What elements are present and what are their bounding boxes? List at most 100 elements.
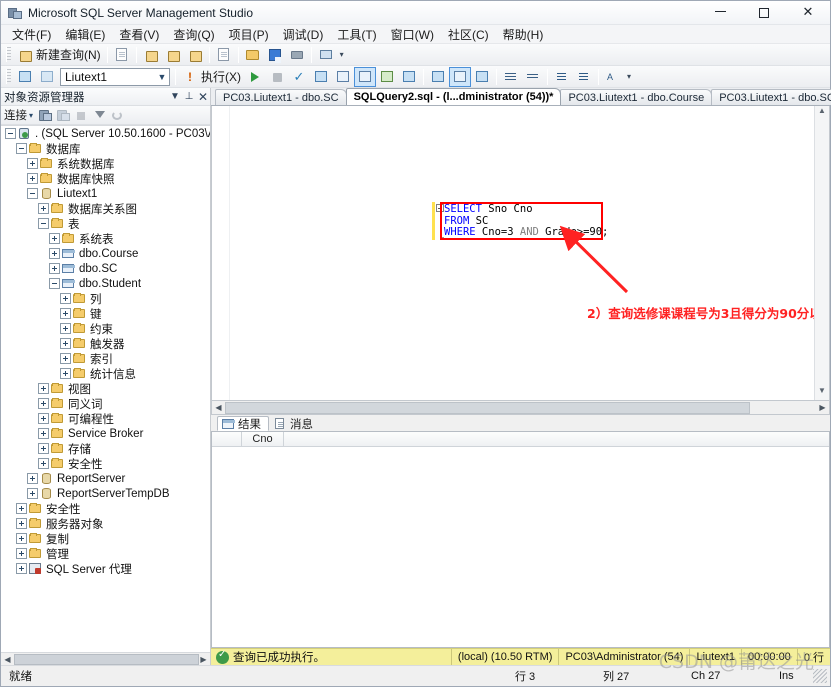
tree-node[interactable]: 复制 [1, 531, 210, 546]
expand-icon[interactable] [60, 368, 71, 379]
expand-icon[interactable] [16, 518, 27, 529]
editor-hscrollbar[interactable]: ◀ ▶ [211, 401, 830, 415]
tree-node[interactable]: 管理 [1, 546, 210, 561]
chevron-down-icon[interactable]: ▾ [29, 111, 33, 120]
tree-node[interactable]: dbo.SC [1, 261, 210, 276]
tree-node[interactable]: 数据库 [1, 141, 210, 156]
tree-node[interactable]: 触发器 [1, 336, 210, 351]
disconnect-server-icon[interactable] [56, 108, 71, 123]
expand-icon[interactable] [38, 383, 49, 394]
tree-node[interactable]: 统计信息 [1, 366, 210, 381]
expand-icon[interactable] [27, 173, 38, 184]
disconnect-button[interactable] [36, 67, 58, 87]
editor-tab[interactable]: PC03.Liutext1 - dbo.SC [711, 89, 831, 105]
include-plan-button[interactable] [332, 67, 354, 87]
tree-node[interactable]: 数据库关系图 [1, 201, 210, 216]
menu-window[interactable]: 窗口(W) [384, 24, 441, 45]
expand-icon[interactable] [60, 323, 71, 334]
expand-icon[interactable] [60, 308, 71, 319]
execute-button[interactable]: ! 执行(X) [179, 67, 244, 87]
menu-tools[interactable]: 工具(T) [330, 24, 383, 45]
toolbar-grip[interactable] [6, 47, 11, 62]
new-file-button[interactable] [111, 45, 133, 65]
results-to-grid-button[interactable] [376, 67, 398, 87]
debug-button[interactable] [244, 67, 266, 87]
expand-icon[interactable] [38, 398, 49, 409]
tree-node[interactable]: 索引 [1, 351, 210, 366]
tab-results[interactable]: 结果 [217, 416, 269, 431]
tree-node[interactable]: ReportServerTempDB [1, 486, 210, 501]
specify-values-button[interactable]: A [602, 67, 624, 87]
close-button[interactable]: ✕ [786, 1, 830, 25]
tree-node[interactable]: 存储 [1, 441, 210, 456]
uncomment-button[interactable] [522, 67, 544, 87]
tree-node[interactable]: 安全性 [1, 501, 210, 516]
menu-debug[interactable]: 调试(D) [276, 24, 331, 45]
open-file-button[interactable] [242, 45, 264, 65]
scroll-left-icon[interactable]: ◀ [1, 655, 14, 664]
minimize-button[interactable] [698, 1, 742, 25]
parse-button[interactable]: ✓ [288, 67, 310, 87]
results-to-file-button[interactable] [398, 67, 420, 87]
tab-messages[interactable]: 消息 [269, 416, 321, 431]
save-button[interactable] [264, 45, 286, 65]
expand-icon[interactable] [27, 488, 38, 499]
collapse-icon[interactable] [38, 218, 49, 229]
filter-icon[interactable] [92, 108, 107, 123]
scroll-track[interactable] [14, 653, 199, 665]
tree-node[interactable]: 视图 [1, 381, 210, 396]
collapse-icon[interactable] [49, 278, 60, 289]
db-engine-query-button[interactable] [140, 45, 162, 65]
connect-server-icon[interactable] [38, 108, 53, 123]
expand-icon[interactable] [16, 548, 27, 559]
scroll-thumb[interactable] [14, 653, 199, 665]
analysis-mdx-query-button[interactable] [162, 45, 184, 65]
connect-button[interactable] [14, 67, 36, 87]
results-grid[interactable]: Cno [211, 431, 830, 648]
outdent-button[interactable] [573, 67, 595, 87]
menu-project[interactable]: 项目(P) [222, 24, 276, 45]
expand-icon[interactable] [38, 443, 49, 454]
indent-button[interactable] [551, 67, 573, 87]
scroll-right-icon[interactable]: ▶ [816, 403, 829, 412]
expand-icon[interactable] [38, 458, 49, 469]
editor-tab[interactable]: PC03.Liutext1 - dbo.SC [215, 89, 347, 105]
toolbar-grip[interactable] [6, 69, 11, 84]
toolbar-overflow-button[interactable]: ▾ [624, 67, 634, 87]
scroll-left-icon[interactable]: ◀ [212, 403, 225, 412]
print-button[interactable] [286, 45, 308, 65]
tree-node[interactable]: 系统数据库 [1, 156, 210, 171]
email-button[interactable] [315, 45, 337, 65]
close-icon[interactable]: ✕ [196, 90, 210, 104]
pin-icon[interactable]: ⊥ [182, 91, 196, 102]
display-plan-button[interactable] [310, 67, 332, 87]
code-line[interactable]: SELECT Sno Cno [444, 203, 813, 216]
connect-label[interactable]: 连接 [4, 107, 27, 123]
menu-edit[interactable]: 编辑(E) [58, 24, 112, 45]
editor-tab[interactable]: SQLQuery2.sql - (l...dministrator (54))* [345, 88, 562, 105]
expand-icon[interactable] [16, 563, 27, 574]
editor-vscrollbar[interactable]: ▲ ▼ [814, 106, 829, 400]
expand-icon[interactable] [16, 503, 27, 514]
tree-node[interactable]: 数据库快照 [1, 171, 210, 186]
grid-column-header[interactable]: Cno [242, 432, 284, 446]
scroll-up-icon[interactable]: ▲ [815, 106, 829, 120]
code-line[interactable]: WHERE Cno=3 AND Grade>=90; [444, 226, 813, 239]
menu-file[interactable]: 文件(F) [5, 24, 58, 45]
tree-node[interactable]: ReportServer [1, 471, 210, 486]
tree-node[interactable]: 可编程性 [1, 411, 210, 426]
code-lines[interactable]: SELECT Sno Cno FROM SC WHERE Cno=3 AND Gra… [444, 203, 813, 239]
analysis-dmx-query-button[interactable] [184, 45, 206, 65]
tree-node[interactable]: 约束 [1, 321, 210, 336]
tree-node[interactable]: dbo.Course [1, 246, 210, 261]
menu-view[interactable]: 查看(V) [112, 24, 166, 45]
collapse-icon[interactable] [27, 188, 38, 199]
expand-icon[interactable] [38, 428, 49, 439]
expand-icon[interactable] [60, 353, 71, 364]
tree-node[interactable]: . (SQL Server 10.50.1600 - PC03\Administ… [1, 126, 210, 141]
design-query-button[interactable] [449, 66, 471, 87]
scroll-track[interactable] [225, 401, 816, 414]
expand-icon[interactable] [38, 203, 49, 214]
scroll-down-icon[interactable]: ▼ [815, 386, 829, 400]
stop-icon[interactable] [74, 108, 89, 123]
